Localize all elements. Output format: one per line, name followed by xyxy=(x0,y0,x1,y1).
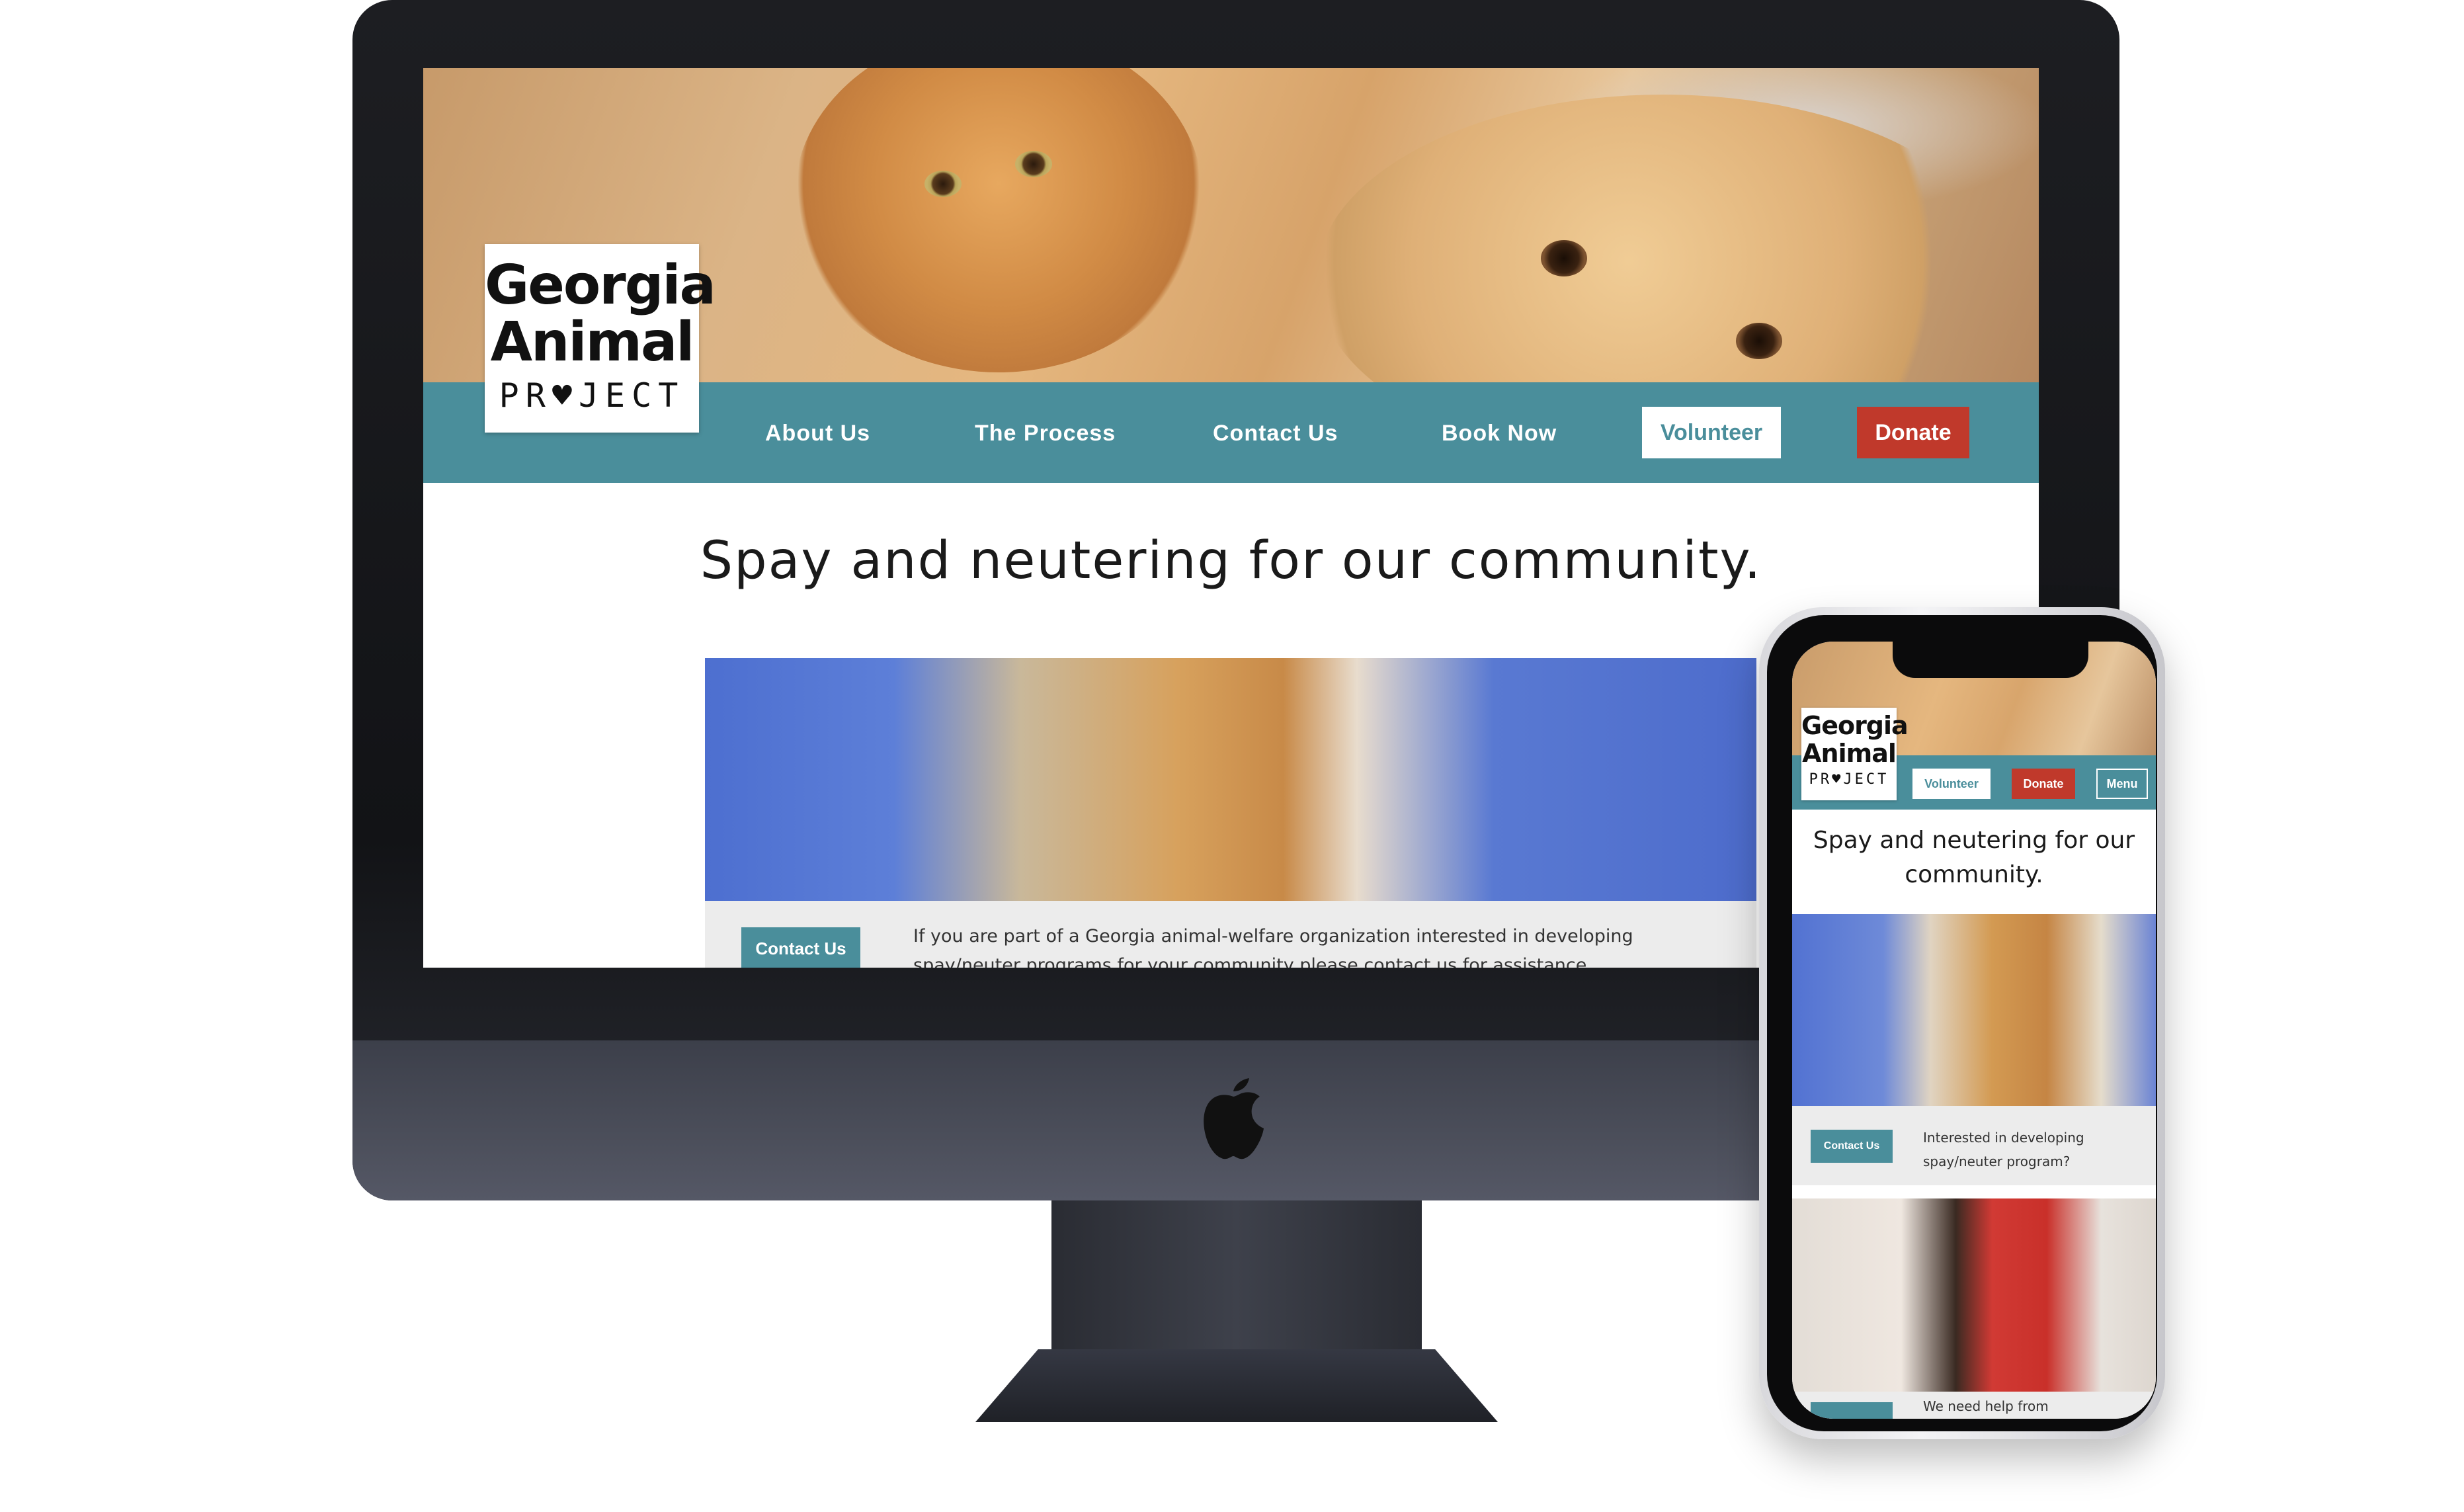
mobile-site-logo[interactable]: Georgia Animal PR♥JECT xyxy=(1801,708,1909,800)
cat-illustration xyxy=(794,68,1204,372)
mobile-volunteer-band-button[interactable] xyxy=(1811,1402,1893,1419)
mobile-volunteer-band: We need help from xyxy=(1792,1392,2156,1419)
site-logo[interactable]: Georgia Animal PR♥JECT xyxy=(485,244,716,433)
mobile-donate-button[interactable]: Donate xyxy=(2012,769,2075,799)
contact-band-text: If you are part of a Georgia animal-welf… xyxy=(913,926,1633,968)
phone-notch xyxy=(1893,642,2088,678)
nav-book-now[interactable]: Book Now xyxy=(1442,421,1557,446)
phone-frame: Georgia Animal PR♥JECT Volunteer Donate … xyxy=(1759,607,2165,1439)
mobile-contact-us-button[interactable]: Contact Us xyxy=(1811,1130,1893,1163)
dog-eye xyxy=(1736,323,1782,359)
mobile-volunteer-photo xyxy=(1792,1198,2156,1392)
mobile-contact-band: Contact Us Interested in developing spay… xyxy=(1792,1106,2156,1185)
apple-logo-icon xyxy=(1204,1078,1264,1159)
dog-eye xyxy=(1541,240,1587,276)
donate-button[interactable]: Donate xyxy=(1857,407,1969,458)
page-headline: Spay and neutering for our community. xyxy=(700,531,1762,591)
mobile-contact-band-text: Interested in developing spay/neuter pro… xyxy=(1923,1130,2084,1169)
cat-eye xyxy=(1015,151,1052,177)
cat-eye xyxy=(924,171,962,197)
contact-band: Contact Us If you are part of a Georgia … xyxy=(705,901,1756,968)
vet-staff-photo xyxy=(705,658,1756,901)
mobile-screen: Georgia Animal PR♥JECT Volunteer Donate … xyxy=(1792,642,2156,1419)
mobile-dog-photo xyxy=(1792,914,2156,1106)
mobile-volunteer-button[interactable]: Volunteer xyxy=(1912,769,1991,799)
mobile-menu-button[interactable]: Menu xyxy=(2096,769,2148,799)
contact-us-button[interactable]: Contact Us xyxy=(741,927,860,968)
nav-about-us[interactable]: About Us xyxy=(765,421,870,446)
imac-base xyxy=(975,1349,1498,1422)
volunteer-button[interactable]: Volunteer xyxy=(1642,407,1781,458)
mobile-volunteer-band-text: We need help from xyxy=(1923,1398,2049,1414)
imac-stand xyxy=(1051,1200,1422,1353)
mobile-page-headline: Spay and neutering for our community. xyxy=(1813,827,2135,888)
nav-contact-us[interactable]: Contact Us xyxy=(1213,421,1338,446)
nav-the-process[interactable]: The Process xyxy=(975,421,1116,446)
